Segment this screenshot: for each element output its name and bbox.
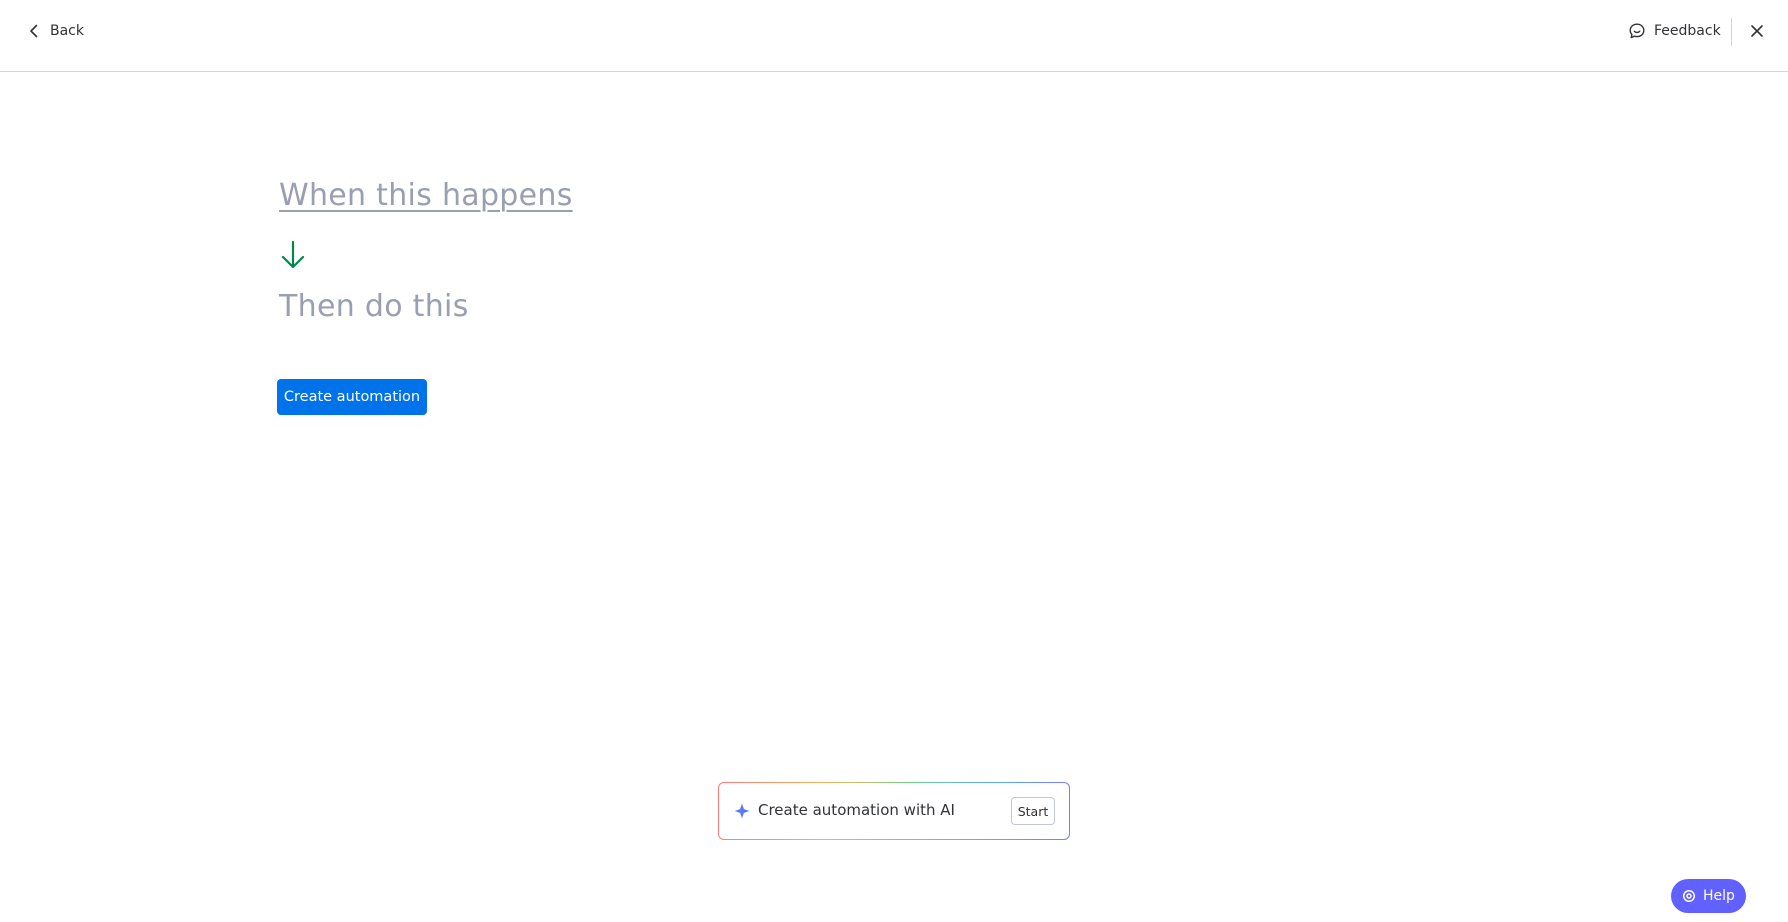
arrow-down-icon	[281, 240, 305, 269]
feedback-button[interactable]: Feedback	[1628, 18, 1721, 44]
ai-start-button[interactable]: Start	[1011, 797, 1055, 825]
top-bar: Back Feedback	[0, 0, 1788, 72]
back-button[interactable]: Back	[26, 18, 84, 44]
action-placeholder[interactable]: Then do this	[279, 289, 469, 324]
help-label: Help	[1703, 888, 1735, 904]
ai-automation-bar[interactable]: Create automation with AI Start	[718, 782, 1070, 840]
header-divider	[1731, 18, 1732, 46]
feedback-label: Feedback	[1654, 23, 1721, 39]
close-icon	[1751, 25, 1763, 37]
help-button[interactable]: Help	[1671, 879, 1746, 913]
chevron-left-icon	[30, 24, 38, 38]
ai-automation-bar-inner: Create automation with AI Start	[719, 783, 1069, 839]
help-icon	[1682, 889, 1696, 903]
ai-automation-label: Create automation with AI	[758, 801, 955, 819]
feedback-icon	[1629, 23, 1645, 39]
create-automation-button[interactable]: Create automation	[277, 379, 427, 415]
close-button[interactable]	[1746, 20, 1768, 42]
trigger-placeholder[interactable]: When this happens	[279, 178, 573, 213]
back-label: Back	[50, 23, 84, 39]
ai-sparkle-icon	[734, 803, 750, 819]
